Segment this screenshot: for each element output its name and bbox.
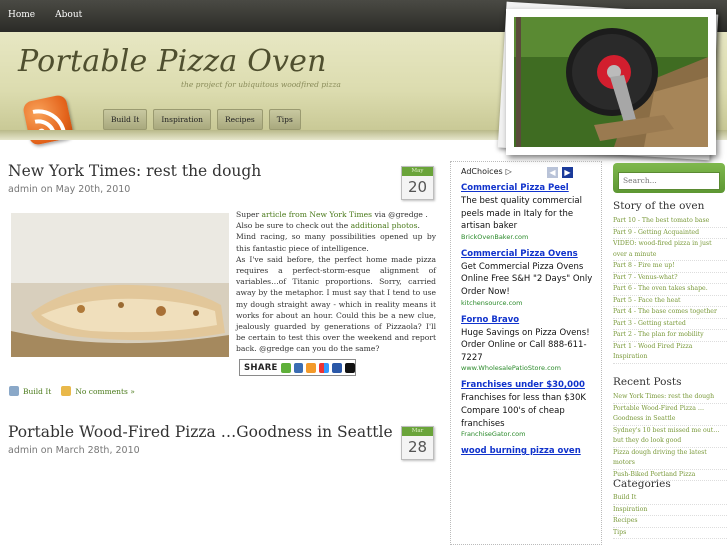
ad-item: Forno Bravo Huge Savings on Pizza Ovens!… <box>461 314 593 374</box>
post-title[interactable]: Portable Wood-Fired Pizza …Goodness in S… <box>8 423 436 441</box>
post-body: Super article from New York Times via @g… <box>236 210 436 354</box>
date-month: May <box>402 167 433 176</box>
additional-photos-link[interactable]: additional photos <box>351 221 418 230</box>
adchoices-label[interactable]: AdChoices ▷ <box>461 167 593 176</box>
story-link[interactable]: Part 10 - The best tomato base <box>613 216 727 228</box>
ad-body: Franchises for less than $30K Compare 10… <box>461 393 586 429</box>
story-link[interactable]: Part 4 - The base comes together <box>613 307 727 319</box>
catnav-inspiration[interactable]: Inspiration <box>153 109 211 130</box>
category-link[interactable]: Build It <box>613 493 727 505</box>
ad-url[interactable]: FranchiseGator.com <box>461 430 593 439</box>
post-title[interactable]: New York Times: rest the dough <box>8 162 436 180</box>
ad-item: Commercial Pizza Ovens Get Commercial Pi… <box>461 248 593 308</box>
nav-about-link[interactable]: About <box>51 10 86 20</box>
ad-title-link[interactable]: Franchises under $30,000 <box>461 379 593 391</box>
ad-body: The best quality commercial peels made i… <box>461 196 582 232</box>
pizza-dough-image[interactable] <box>11 213 229 357</box>
category-link[interactable]: Tips <box>613 528 727 539</box>
story-link[interactable]: Part 3 - Getting started <box>613 319 727 330</box>
catnav-build-it[interactable]: Build It <box>103 109 148 130</box>
ad-title-link[interactable]: Commercial Pizza Ovens <box>461 248 593 260</box>
ad-body: Get Commercial Pizza Ovens Online Free S… <box>461 261 593 297</box>
date-day: 28 <box>407 438 428 456</box>
post-2: Portable Wood-Fired Pizza …Goodness in S… <box>8 423 436 456</box>
date-month: Mar <box>402 427 433 436</box>
search-input[interactable] <box>618 171 720 190</box>
story-link[interactable]: Part 1 - Wood Fired Pizza Inspiration <box>613 342 727 364</box>
site-tagline: the project for ubiquitous woodfired piz… <box>181 80 341 89</box>
share-blue-icon <box>293 362 304 373</box>
adchoices-icon: ▷ <box>505 167 512 176</box>
catnav-recipes[interactable]: Recipes <box>216 109 263 130</box>
top-nav: Home About <box>4 10 86 20</box>
share-multi-icon <box>319 362 330 373</box>
comment-icon <box>61 386 72 396</box>
search-box <box>613 163 725 193</box>
share-digg-icon <box>332 362 343 373</box>
date-day: 20 <box>407 178 428 196</box>
date-badge: May 20 <box>401 166 434 200</box>
recent-post-link[interactable]: Sydney's 10 best missed me out… but they… <box>613 426 727 448</box>
story-link[interactable]: Part 2 - The plan for mobility <box>613 330 727 342</box>
recent-post-link[interactable]: Portable Wood-Fired Pizza …Goodness in S… <box>613 404 727 426</box>
comments-link[interactable]: No comments » <box>75 387 135 396</box>
category-link[interactable]: Recipes <box>613 516 727 528</box>
categories-list: Build It Inspiration Recipes Tips <box>613 493 727 539</box>
ad-title-link[interactable]: wood burning pizza oven <box>461 445 593 457</box>
ad-nav: ◀ ▶ <box>547 167 573 178</box>
story-link[interactable]: Part 9 - Getting Acquainted <box>613 228 727 239</box>
post-paragraph: As I've said before, the perfect home ma… <box>236 254 436 354</box>
category-link[interactable]: Inspiration <box>613 505 727 516</box>
share-green-icon <box>280 362 291 373</box>
catnav-tips[interactable]: Tips <box>268 109 301 130</box>
share-label: SHARE <box>244 362 278 373</box>
category-nav: Build It Inspiration Recipes Tips <box>103 109 301 130</box>
site-title[interactable]: Portable Pizza Oven <box>18 44 327 79</box>
ad-url[interactable]: www.WholesalePatioStore.com <box>461 364 593 373</box>
category-link[interactable]: Build It <box>23 387 51 396</box>
oven-wheel-photo <box>514 17 708 147</box>
ad-url[interactable]: BrickOvenBaker.com <box>461 233 593 242</box>
post-meta: admin on May 20th, 2010 <box>8 184 131 195</box>
story-link[interactable]: Part 8 - Fire me up! <box>613 261 727 273</box>
share-button[interactable]: SHARE <box>239 359 356 376</box>
ad-title-link[interactable]: Forno Bravo <box>461 314 593 326</box>
recent-posts-list: New York Times: rest the dough Portable … <box>613 392 727 481</box>
ad-item: Commercial Pizza Peel The best quality c… <box>461 182 593 242</box>
recent-widget-title: Recent Posts <box>613 376 682 388</box>
share-orange-icon <box>306 362 317 373</box>
ad-body: Huge Savings on Pizza Ovens! Order Onlin… <box>461 327 590 363</box>
post-paragraph: Mind racing, so many possibilities opene… <box>236 232 436 253</box>
story-link[interactable]: VIDEO: wood-fired pizza in just over a m… <box>613 239 727 261</box>
story-widget-title: Story of the oven <box>613 200 705 212</box>
header-photo <box>506 9 716 155</box>
story-link[interactable]: Part 7 - Venus-what? <box>613 273 727 284</box>
ad-url[interactable]: kitchensource.com <box>461 299 593 308</box>
ad-item: wood burning pizza oven <box>461 445 593 457</box>
story-list: Part 10 - The best tomato base Part 9 - … <box>613 216 727 364</box>
categories-widget-title: Categories <box>613 478 671 490</box>
nyt-article-link[interactable]: article from New York Times <box>262 210 373 219</box>
ad-item: Franchises under $30,000 Franchises for … <box>461 379 593 439</box>
recent-post-link[interactable]: Pizza dough driving the latest motors <box>613 448 727 470</box>
ad-prev-icon[interactable]: ◀ <box>547 167 558 178</box>
story-link[interactable]: Part 5 - Face the heat <box>613 296 727 307</box>
recent-post-link[interactable]: New York Times: rest the dough <box>613 392 727 404</box>
ad-next-icon[interactable]: ▶ <box>562 167 573 178</box>
share-black-icon <box>345 362 356 373</box>
story-link[interactable]: Part 6 - The oven takes shape. <box>613 284 727 296</box>
post-footer: Build It No comments » <box>9 386 135 396</box>
post-meta: admin on March 28th, 2010 <box>8 445 140 456</box>
folder-icon <box>9 386 19 396</box>
ads-column: AdChoices ▷ ◀ ▶ Commercial Pizza Peel Th… <box>450 161 602 545</box>
nav-home-link[interactable]: Home <box>4 10 39 20</box>
date-badge: Mar 28 <box>401 426 434 460</box>
ad-title-link[interactable]: Commercial Pizza Peel <box>461 182 593 194</box>
post-1: New York Times: rest the dough admin on … <box>8 162 436 195</box>
